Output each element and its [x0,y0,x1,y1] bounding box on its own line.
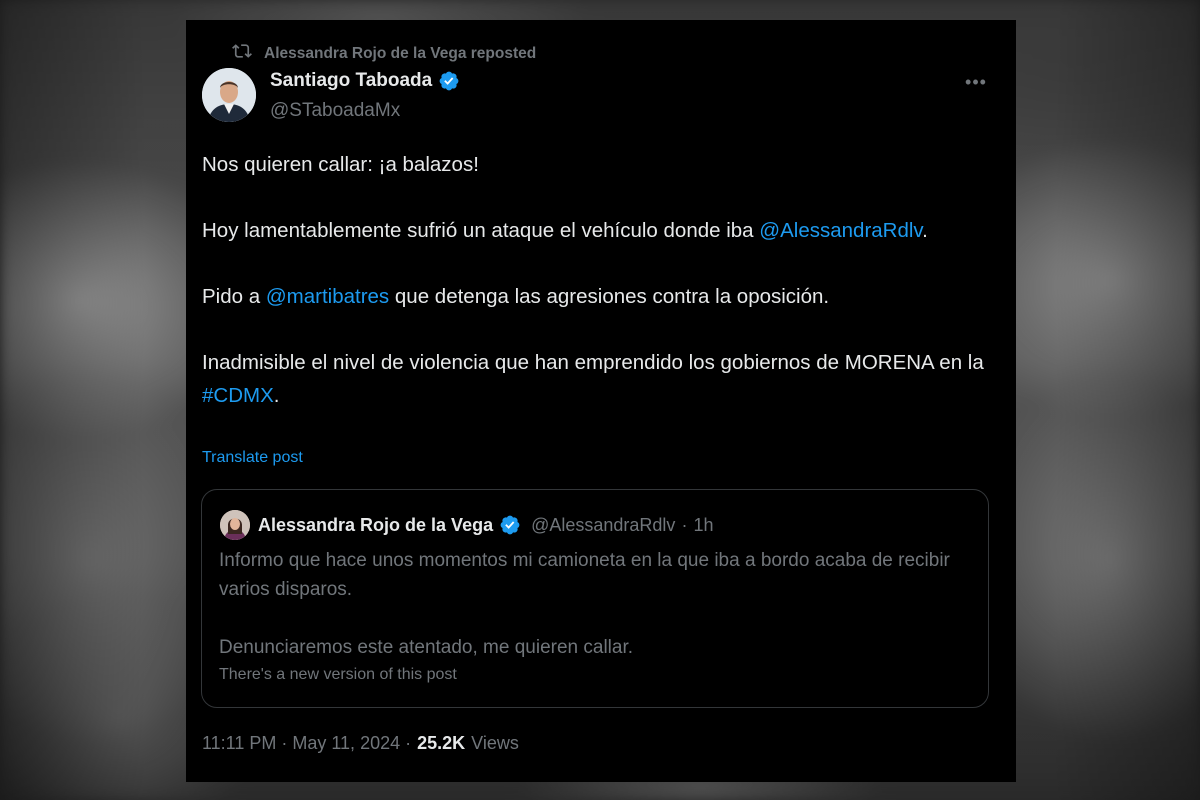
post-text-span: que detenga las agresiones contra la opo… [394,285,830,308]
post-text: Nos quieren callar: ¡a balazos! Hoy lame… [202,148,992,412]
author-handle[interactable]: @STaboadaMx [270,100,400,122]
translate-post-link[interactable]: Translate post [202,449,303,467]
quoted-paragraph: Informo que hace unos momentos mi camion… [219,550,950,600]
author-avatar[interactable] [202,68,256,122]
author-display-name: Santiago Taboada [270,70,433,91]
quoted-author-avatar[interactable] [220,510,250,540]
views-count: 25.2K [417,733,466,753]
post-paragraph: Inadmisible el nivel de violencia que ha… [202,346,992,412]
verified-badge-icon [499,514,521,536]
post-text-span: Hoy lamentablemente sufrió un ataque el … [202,219,754,242]
author-name[interactable]: Santiago Taboada [270,70,460,92]
quoted-post-time: 1h [693,514,714,535]
post-paragraph: Hoy lamentablemente sufrió un ataque el … [202,214,992,247]
post-text-span: Inadmisible el nivel de violencia que ha… [202,351,984,374]
mention-link[interactable]: @AlessandraRdlv [759,219,922,242]
repost-context[interactable]: Alessandra Rojo de la Vega reposted [232,41,536,66]
punctuation: . [922,219,928,242]
quoted-post-header: Alessandra Rojo de la Vega @AlessandraRd… [220,510,713,540]
quoted-paragraph: Denunciaremos este atentado, me quieren … [219,637,634,658]
repost-text: Alessandra Rojo de la Vega reposted [264,44,537,62]
repost-icon [232,41,252,66]
views-label: Views [471,733,519,753]
more-options-button[interactable]: ••• [962,70,990,94]
post-paragraph: Pido a @martibatres que detenga las agre… [202,280,992,313]
quoted-post-text: Informo que hace unos momentos mi camion… [219,546,969,662]
quoted-post[interactable]: Alessandra Rojo de la Vega @AlessandraRd… [201,489,989,708]
quoted-author-name: Alessandra Rojo de la Vega [258,514,494,535]
post-metadata: 11:11 PM · May 11, 2024 · 25.2K Views [202,733,519,754]
post-text-span: Pido a [202,285,261,308]
ellipsis-icon: ••• [965,71,987,92]
new-version-notice: There's a new version of this post [219,666,457,683]
verified-badge-icon[interactable] [438,70,460,92]
meta-separator: · [681,514,688,535]
quoted-author-handle: @AlessandraRdlv [531,514,676,535]
post-timestamp[interactable]: 11:11 PM · May 11, 2024 · [202,733,411,754]
mention-link[interactable]: @martibatres [266,285,389,308]
hashtag-link[interactable]: #CDMX [202,384,274,407]
punctuation: . [273,384,280,407]
post-paragraph: Nos quieren callar: ¡a balazos! [202,153,479,176]
